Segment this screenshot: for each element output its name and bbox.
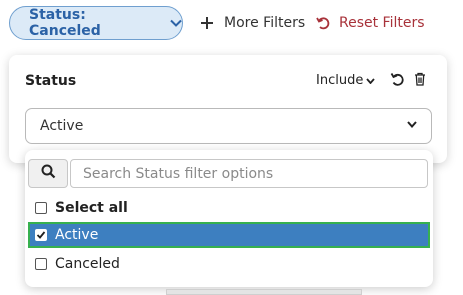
background-element xyxy=(166,289,362,295)
option-select-all[interactable]: Select all xyxy=(28,195,430,221)
reset-filters-label: Reset Filters xyxy=(339,15,425,31)
option-label: Select all xyxy=(55,200,128,216)
undo-icon[interactable] xyxy=(390,72,404,86)
more-filters-label: More Filters xyxy=(224,15,306,31)
option-label: Active xyxy=(55,227,99,243)
status-value-select[interactable]: Active xyxy=(25,108,432,144)
status-filter-chip[interactable]: Status: Canceled xyxy=(9,6,183,40)
chevron-down-icon xyxy=(170,19,182,27)
panel-title: Status xyxy=(25,73,77,89)
search-icon xyxy=(41,164,56,183)
trash-icon[interactable] xyxy=(414,72,426,86)
option-label: Canceled xyxy=(55,256,120,272)
search-button[interactable] xyxy=(28,159,68,188)
status-options-dropdown: Select all Active Canceled xyxy=(25,150,433,287)
option-active[interactable]: Active xyxy=(28,222,430,248)
option-canceled[interactable]: Canceled xyxy=(28,251,430,277)
include-mode-label: Include xyxy=(316,73,364,88)
status-filter-panel: Status Include Active xyxy=(9,55,447,163)
status-value-selected: Active xyxy=(40,118,84,134)
undo-icon xyxy=(316,16,330,30)
search-options-input[interactable] xyxy=(70,159,428,188)
plus-icon xyxy=(201,17,213,29)
checkbox[interactable] xyxy=(35,202,47,214)
checkbox[interactable] xyxy=(35,258,47,270)
chevron-down-icon xyxy=(366,77,376,84)
more-filters-button[interactable]: More Filters xyxy=(201,12,305,34)
include-mode-select[interactable]: Include xyxy=(316,73,376,88)
status-filter-chip-label: Status: Canceled xyxy=(29,7,101,39)
chevron-down-icon xyxy=(407,121,417,128)
checkbox-checked[interactable] xyxy=(35,229,47,241)
reset-filters-button[interactable]: Reset Filters xyxy=(316,12,425,34)
